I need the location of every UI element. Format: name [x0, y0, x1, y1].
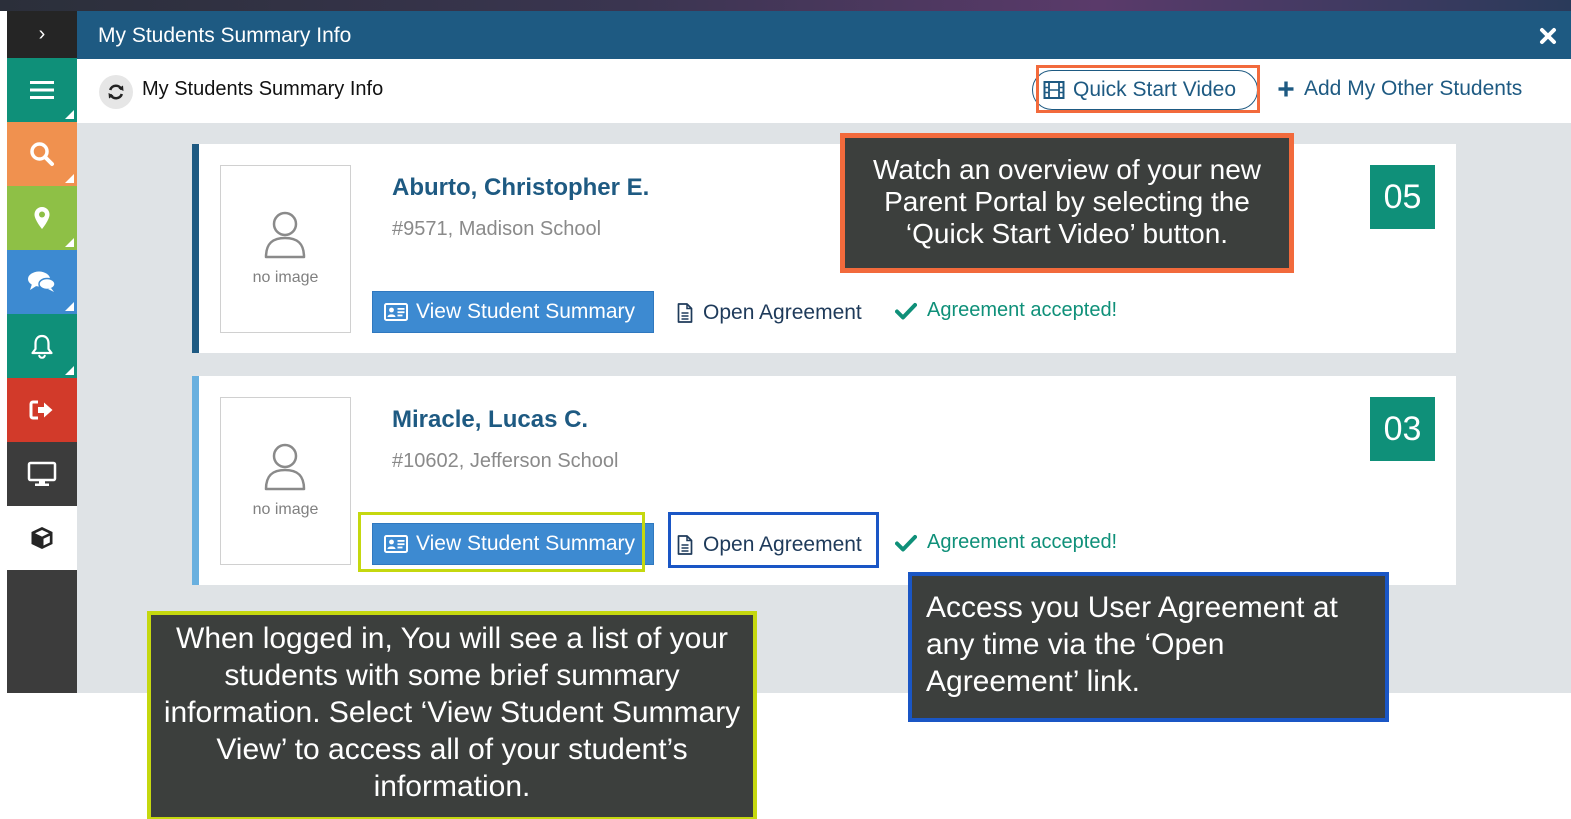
- window-header: My Students Summary Info: [77, 11, 1571, 59]
- sidebar-item-search[interactable]: [7, 122, 77, 186]
- monitor-icon: [27, 461, 57, 486]
- toolbar: My Students Summary Info Quick Start Vid…: [77, 59, 1571, 123]
- sign-out-icon: [29, 400, 53, 420]
- student-name[interactable]: Miracle, Lucas C.: [392, 406, 588, 434]
- student-id-school: #9571, Madison School: [392, 218, 602, 240]
- id-card-icon: [384, 303, 408, 321]
- add-my-other-students-button[interactable]: Add My Other Students: [1278, 77, 1522, 101]
- check-icon: [895, 534, 917, 551]
- grade-badge: 05: [1370, 165, 1435, 229]
- student-name[interactable]: Aburto, Christopher E.: [392, 174, 649, 202]
- grade-badge: 03: [1370, 397, 1435, 461]
- plus-icon: [1278, 81, 1294, 97]
- bell-icon: [31, 334, 53, 359]
- sidebar-item-logout[interactable]: [7, 378, 77, 442]
- sidebar-item-module[interactable]: [7, 506, 77, 570]
- sidebar-item-map[interactable]: [7, 186, 77, 250]
- quick-start-callout: Watch an overview of your new Parent Por…: [840, 133, 1294, 273]
- quick-start-video-label: Quick Start Video: [1073, 78, 1237, 101]
- open-agreement-link[interactable]: Open Agreement: [677, 533, 862, 557]
- open-agreement-label: Open Agreement: [703, 533, 862, 556]
- document-icon: [677, 535, 693, 555]
- chevron-right-icon: ›: [38, 23, 46, 45]
- sidebar-item-monitor[interactable]: [7, 442, 77, 506]
- agreement-status-label: Agreement accepted!: [927, 299, 1118, 321]
- document-icon: [677, 303, 693, 323]
- agreement-status: Agreement accepted!: [895, 531, 1117, 554]
- page-title: My Students Summary Info: [142, 78, 384, 100]
- window-title: My Students Summary Info: [98, 24, 352, 47]
- view-student-summary-label: View Student Summary: [416, 532, 636, 555]
- agreement-status: Agreement accepted!: [895, 299, 1117, 322]
- id-card-icon: [384, 535, 408, 553]
- open-agreement-link[interactable]: Open Agreement: [677, 301, 862, 325]
- submenu-indicator: [65, 174, 74, 183]
- student-photo: no image: [220, 397, 351, 565]
- search-icon: [30, 142, 54, 166]
- agreement-status-label: Agreement accepted!: [927, 531, 1118, 553]
- submenu-indicator: [65, 302, 74, 311]
- menu-icon: [30, 81, 54, 99]
- submenu-indicator: [65, 366, 74, 375]
- no-image-label: no image: [252, 269, 319, 286]
- student-list-callout: When logged in, You will see a list of y…: [147, 611, 757, 819]
- student-id-school: #10602, Jefferson School: [392, 450, 619, 472]
- view-student-summary-label: View Student Summary: [416, 300, 636, 323]
- cube-icon: [31, 527, 53, 549]
- user-icon: [264, 211, 306, 259]
- view-student-summary-button[interactable]: View Student Summary: [372, 291, 654, 333]
- sidebar-item-menu[interactable]: [7, 58, 77, 122]
- submenu-indicator: [65, 110, 74, 119]
- close-icon[interactable]: [1537, 25, 1559, 47]
- student-photo: no image: [220, 165, 351, 333]
- refresh-icon: [108, 84, 124, 100]
- view-student-summary-button[interactable]: View Student Summary: [372, 523, 654, 565]
- refresh-button[interactable]: [99, 75, 133, 109]
- map-marker-icon: [34, 207, 50, 229]
- sidebar: ›: [7, 11, 77, 693]
- open-agreement-label: Open Agreement: [703, 301, 862, 324]
- student-card: no image Miracle, Lucas C. #10602, Jeffe…: [192, 376, 1456, 585]
- sidebar-item-messages[interactable]: [7, 250, 77, 314]
- chat-icon: [28, 271, 56, 292]
- check-icon: [895, 302, 917, 319]
- sidebar-item-notifications[interactable]: [7, 314, 77, 378]
- quick-start-video-button[interactable]: Quick Start Video: [1032, 70, 1258, 110]
- no-image-label: no image: [252, 501, 319, 518]
- top-strip: [0, 0, 1571, 11]
- app-root: › My Students Summary Info My Students S…: [0, 0, 1571, 819]
- film-icon: [1043, 81, 1065, 99]
- agreement-callout: Access you User Agreement at any time vi…: [908, 572, 1389, 722]
- submenu-indicator: [65, 238, 74, 247]
- add-my-other-students-label: Add My Other Students: [1304, 77, 1523, 100]
- user-icon: [264, 443, 306, 491]
- sidebar-toggle-button[interactable]: ›: [7, 11, 77, 58]
